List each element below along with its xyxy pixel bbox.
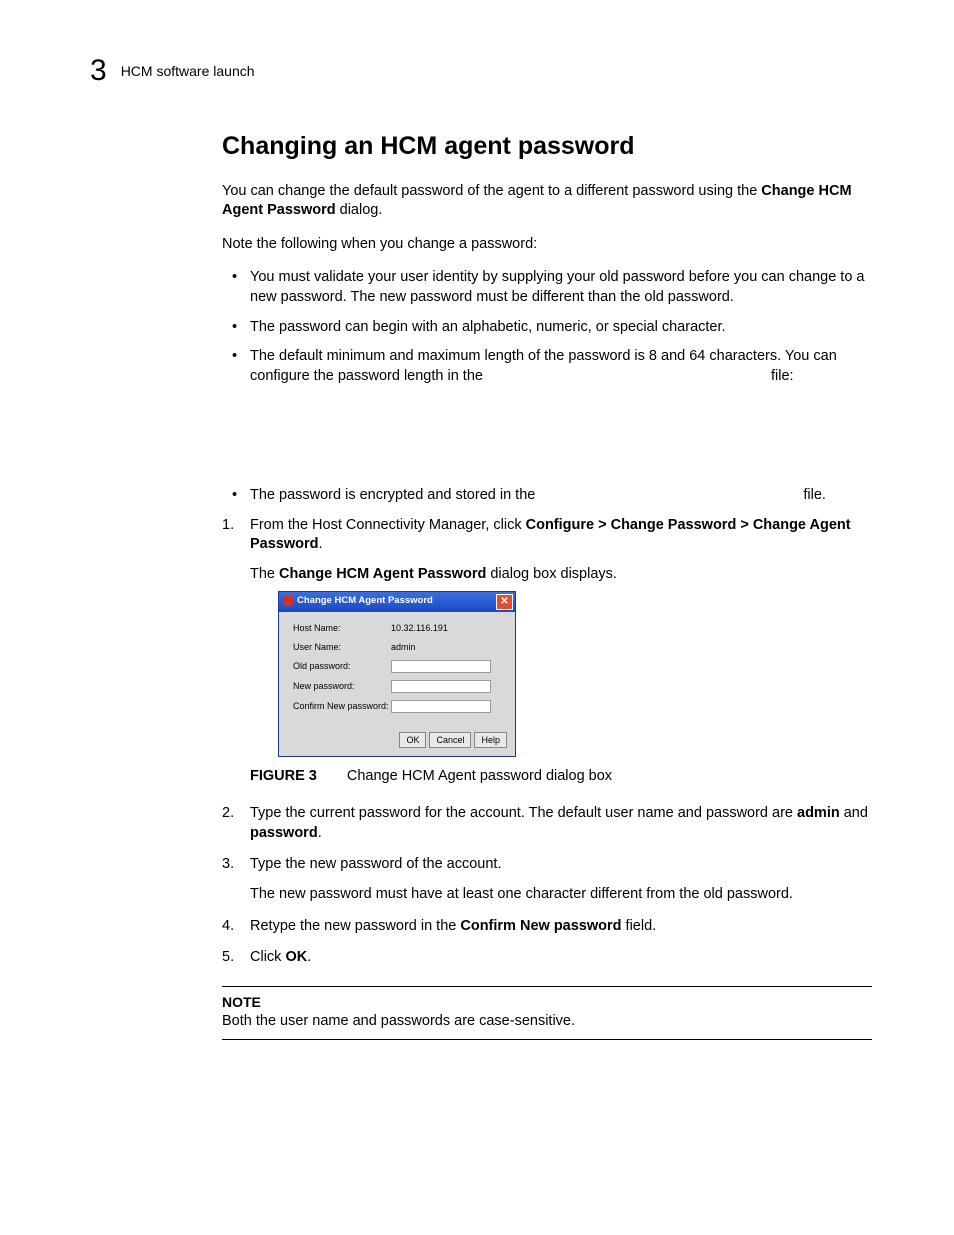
cancel-button[interactable]: Cancel bbox=[429, 732, 471, 748]
confirm-password-input[interactable] bbox=[391, 700, 491, 713]
intro-paragraph-1: You can change the default password of t… bbox=[222, 182, 872, 221]
new-password-input[interactable] bbox=[391, 680, 491, 693]
text: file. bbox=[799, 487, 826, 503]
note-body: Both the user name and passwords are cas… bbox=[222, 1012, 872, 1032]
step-1-sub: The Change HCM Agent Password dialog box… bbox=[250, 565, 872, 585]
figure-label: FIGURE 3 bbox=[250, 768, 317, 784]
app-icon bbox=[283, 596, 293, 606]
bullet-list: You must validate your user identity by … bbox=[222, 268, 872, 505]
user-value: admin bbox=[391, 641, 416, 653]
section-title: Changing an HCM agent password bbox=[222, 130, 872, 164]
confirm-password-label: Confirm New password: bbox=[293, 700, 391, 712]
dialog-title: Change HCM Agent Password bbox=[297, 595, 433, 606]
running-title: HCM software launch bbox=[121, 63, 255, 79]
text: dialog box displays. bbox=[486, 566, 617, 582]
blank-space bbox=[250, 386, 872, 476]
step-3-sub: The new password must have at least one … bbox=[250, 885, 872, 905]
figure-text: Change HCM Agent password dialog box bbox=[347, 768, 612, 784]
row-confirm-password: Confirm New password: bbox=[293, 700, 505, 713]
text: The bbox=[250, 566, 279, 582]
user-label: User Name: bbox=[293, 641, 391, 653]
note-block: NOTE Both the user name and passwords ar… bbox=[222, 986, 872, 1040]
step-4: 4. Retype the new password in the Confir… bbox=[222, 917, 872, 937]
new-password-label: New password: bbox=[293, 680, 391, 692]
text: The password is encrypted and stored in … bbox=[250, 487, 539, 503]
host-label: Host Name: bbox=[293, 622, 391, 634]
ok-button[interactable]: OK bbox=[399, 732, 426, 748]
bullet-item: You must validate your user identity by … bbox=[222, 268, 872, 307]
page: 3 HCM software launch Changing an HCM ag… bbox=[0, 0, 954, 1235]
step-number: 2. bbox=[222, 804, 234, 824]
text: You must validate your user identity by … bbox=[250, 269, 864, 305]
text: The default minimum and maximum length o… bbox=[250, 348, 837, 384]
step-5: 5. Click OK. bbox=[222, 948, 872, 968]
bullet-item: The password can begin with an alphabeti… bbox=[222, 318, 872, 338]
text: Type the current password for the accoun… bbox=[250, 805, 797, 821]
text: Type the new password of the account. bbox=[250, 856, 501, 872]
step-number: 4. bbox=[222, 917, 234, 937]
text-bold: admin bbox=[797, 805, 840, 821]
text-bold: Confirm New password bbox=[460, 918, 621, 934]
help-button[interactable]: Help bbox=[474, 732, 507, 748]
row-user: User Name: admin bbox=[293, 641, 505, 653]
text: file: bbox=[767, 368, 794, 384]
bullet-item: The default minimum and maximum length o… bbox=[222, 347, 872, 476]
text: field. bbox=[622, 918, 657, 934]
row-new-password: New password: bbox=[293, 680, 505, 693]
step-2: 2. Type the current password for the acc… bbox=[222, 804, 872, 843]
chapter-number: 3 bbox=[90, 54, 107, 88]
text: . bbox=[319, 536, 323, 552]
titlebar-left: Change HCM Agent Password bbox=[283, 595, 433, 608]
step-3: 3. Type the new password of the account.… bbox=[222, 855, 872, 904]
step-number: 1. bbox=[222, 516, 234, 536]
content-region: Changing an HCM agent password You can c… bbox=[222, 130, 872, 1040]
dialog-body: Host Name: 10.32.116.191 User Name: admi… bbox=[279, 612, 515, 728]
close-icon[interactable]: ✕ bbox=[496, 594, 513, 610]
text-bold: Change HCM Agent Password bbox=[279, 566, 486, 582]
text: From the Host Connectivity Manager, clic… bbox=[250, 517, 526, 533]
page-header: 3 HCM software launch bbox=[90, 54, 864, 88]
text: dialog. bbox=[336, 202, 383, 218]
step-number: 5. bbox=[222, 948, 234, 968]
text: Click bbox=[250, 949, 285, 965]
figure-caption: FIGURE 3 Change HCM Agent password dialog… bbox=[250, 767, 872, 787]
step-number: 3. bbox=[222, 855, 234, 875]
dialog-buttons: OK Cancel Help bbox=[279, 728, 515, 756]
dialog-titlebar: Change HCM Agent Password ✕ bbox=[279, 592, 515, 612]
intro-paragraph-2: Note the following when you change a pas… bbox=[222, 235, 872, 255]
text-bold: OK bbox=[285, 949, 307, 965]
bullet-item: The password is encrypted and stored in … bbox=[222, 486, 872, 506]
step-1: 1. From the Host Connectivity Manager, c… bbox=[222, 516, 872, 787]
old-password-input[interactable] bbox=[391, 660, 491, 673]
text: . bbox=[318, 825, 322, 841]
text: The password can begin with an alphabeti… bbox=[250, 319, 726, 335]
text: . bbox=[307, 949, 311, 965]
row-old-password: Old password: bbox=[293, 660, 505, 673]
host-value: 10.32.116.191 bbox=[391, 622, 448, 634]
text: Retype the new password in the bbox=[250, 918, 460, 934]
text-bold: password bbox=[250, 825, 318, 841]
row-host: Host Name: 10.32.116.191 bbox=[293, 622, 505, 634]
text: You can change the default password of t… bbox=[222, 183, 761, 199]
change-password-dialog: Change HCM Agent Password ✕ Host Name: 1… bbox=[278, 591, 516, 757]
text: and bbox=[840, 805, 868, 821]
note-label: NOTE bbox=[222, 993, 872, 1012]
old-password-label: Old password: bbox=[293, 660, 391, 672]
numbered-steps: 1. From the Host Connectivity Manager, c… bbox=[222, 516, 872, 968]
